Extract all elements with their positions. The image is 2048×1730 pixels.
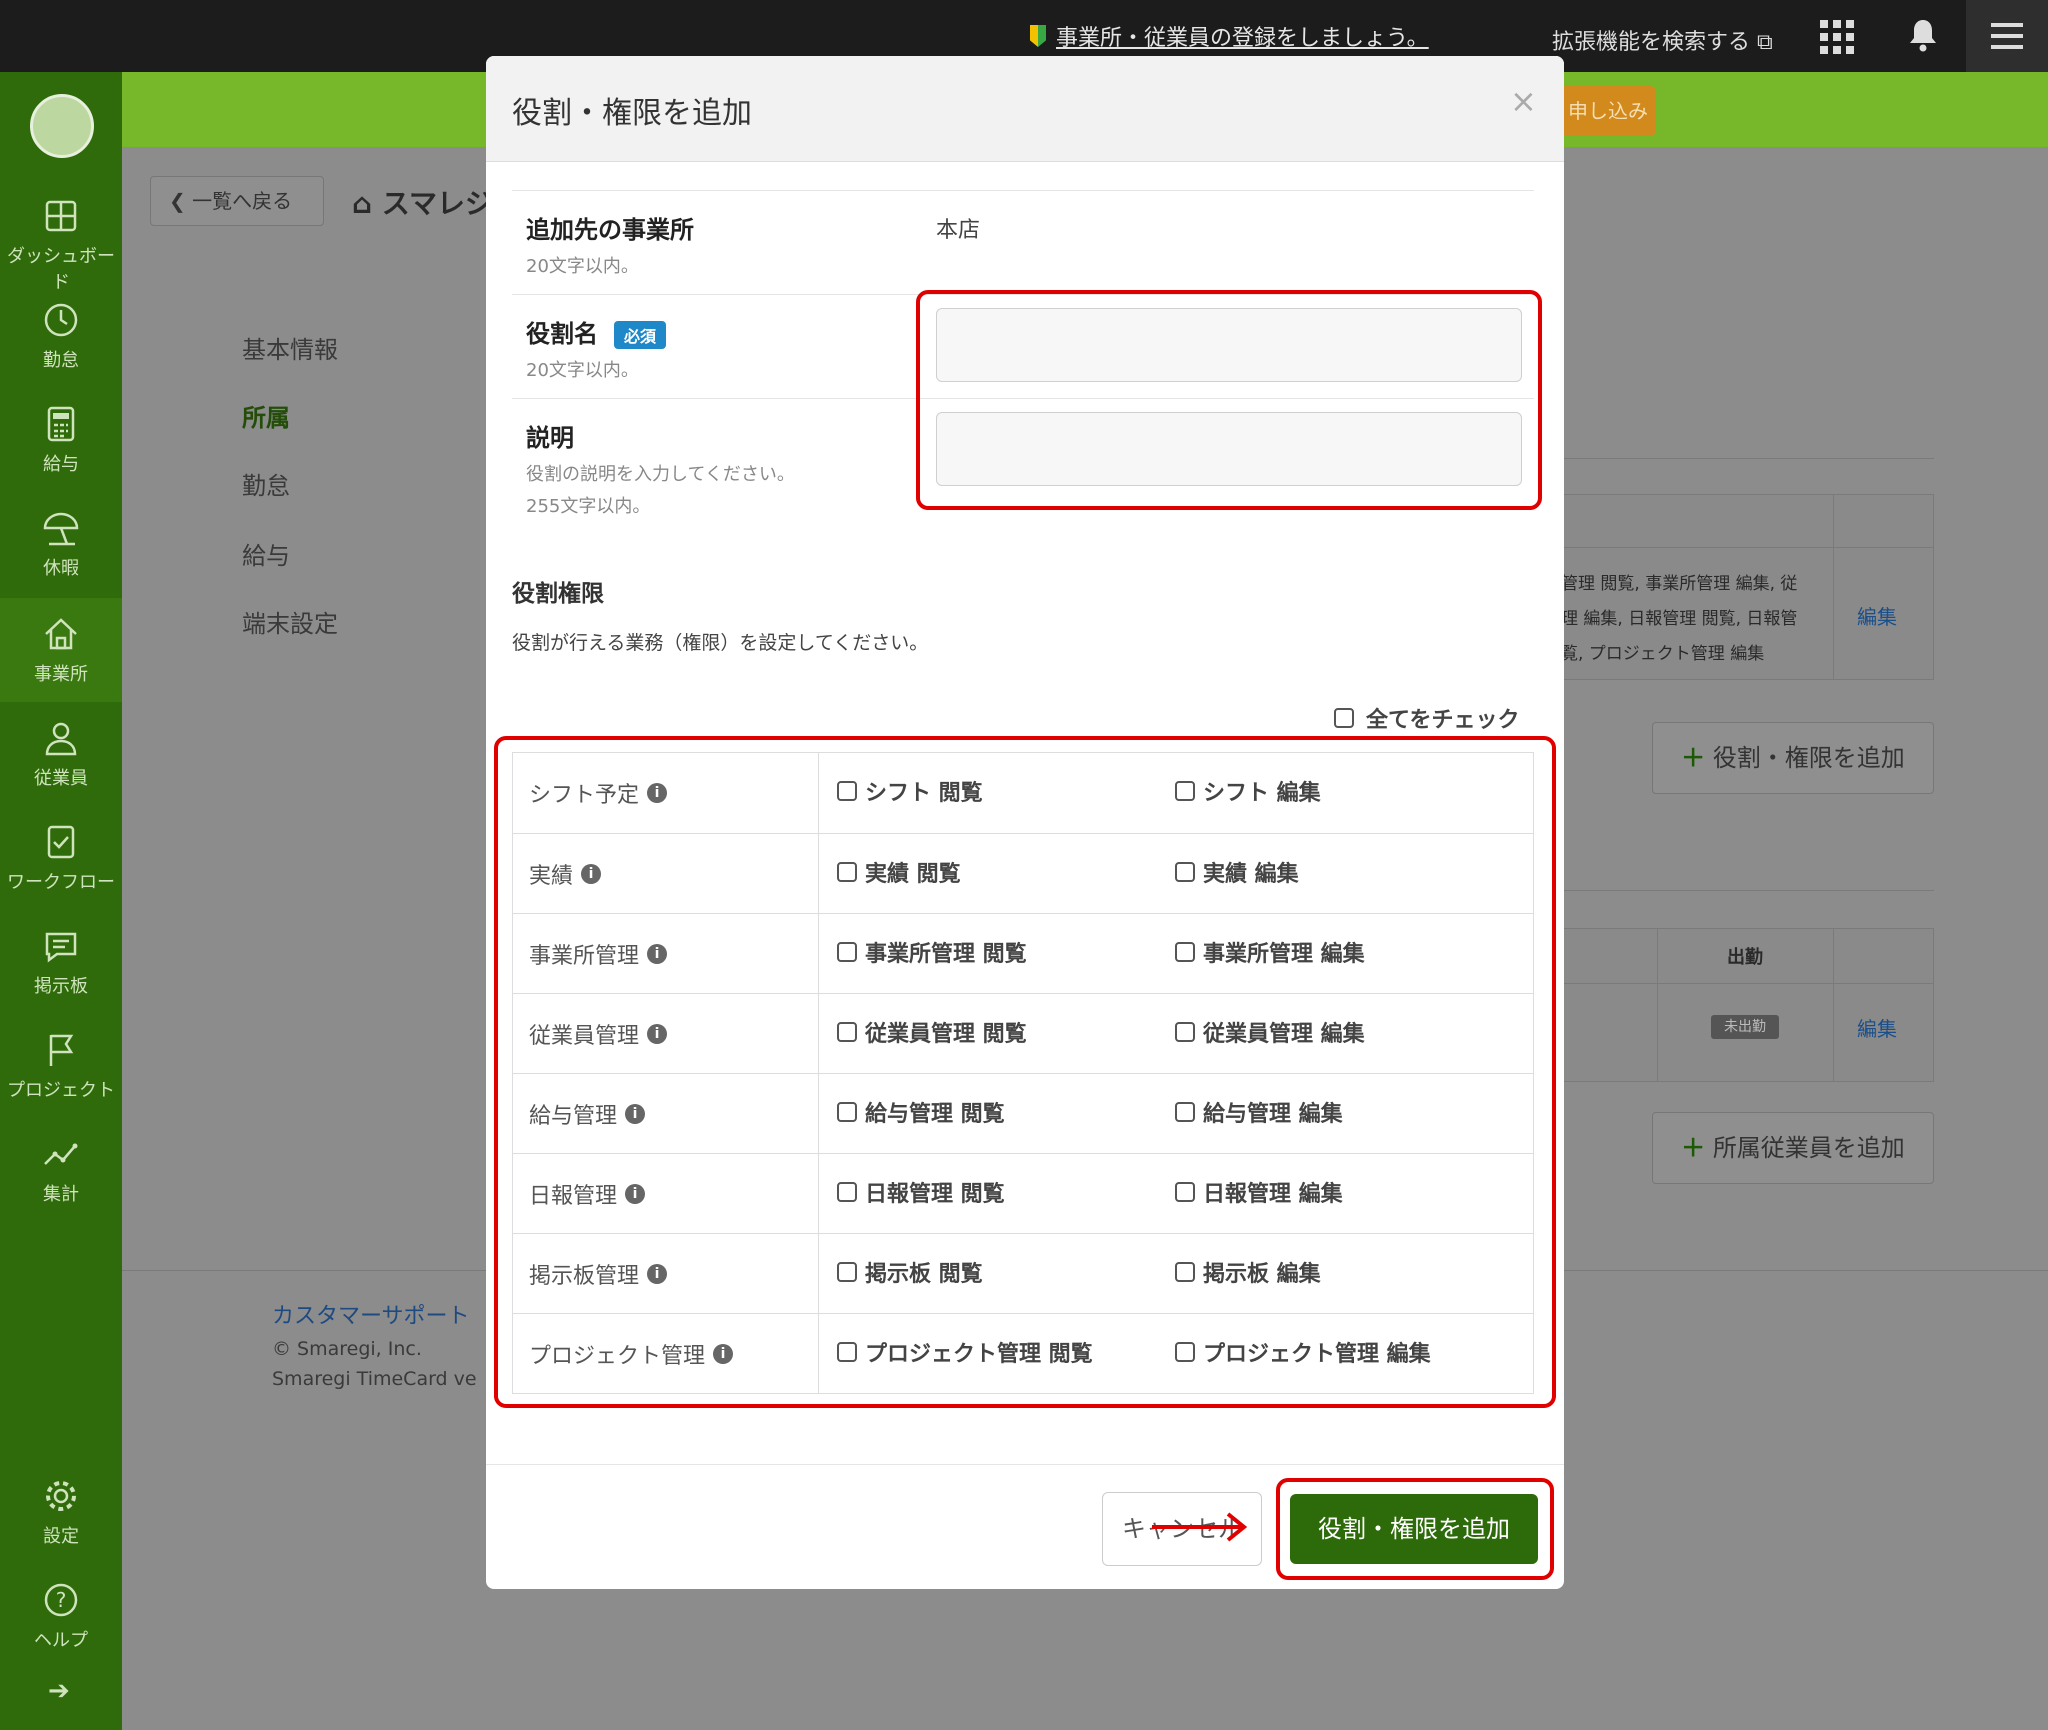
add-member-button[interactable]: ＋ 所属従業員を追加 (1652, 1112, 1934, 1184)
divider (1560, 890, 1934, 891)
role-edit-link[interactable]: 編集 (1857, 601, 1897, 630)
chevron-left-icon: ❮ (169, 189, 186, 213)
plus-icon: ＋ (1681, 1134, 1706, 1162)
home-icon: ⌂ (352, 187, 373, 220)
apps-grid-icon[interactable] (1820, 20, 1854, 54)
sidebar-item-attendance[interactable]: 勤怠 (0, 284, 122, 388)
role-name-label: 役割名 必須 (526, 314, 667, 349)
sidebar-item-project[interactable]: プロジェクト (0, 1014, 122, 1118)
sidebar-item-reports[interactable]: 集計 (0, 1118, 122, 1222)
attendance-column-header: 出勤 (1727, 947, 1763, 968)
permissions-title: 役割権限 (512, 581, 604, 607)
office-hint: 20文字以内。 (526, 256, 639, 277)
help-icon: ? (44, 1583, 78, 1617)
person-icon (45, 722, 77, 756)
subnav-payroll[interactable]: 給与 (242, 536, 290, 571)
sidebar-expand-icon[interactable]: ➔ (48, 1676, 70, 1706)
avatar[interactable] (30, 94, 94, 158)
role-permission-text: 管理 閲覧, 事業所管理 編集, 従 理 編集, 日報管理 閲覧, 日報管 覧,… (1561, 574, 1798, 664)
description-label: 説明 (526, 424, 574, 452)
flag-icon (49, 1034, 74, 1066)
sidebar-item-settings[interactable]: 設定 (0, 1460, 122, 1564)
line-chart-icon (44, 1143, 78, 1165)
subnav-attendance[interactable]: 勤怠 (242, 466, 290, 501)
highlight-inputs (916, 290, 1542, 510)
divider (512, 190, 1534, 191)
page-title: ⌂ スマレジ (352, 187, 493, 220)
customer-support-link[interactable]: カスタマーサポート (272, 1298, 470, 1330)
role-table: 管理 閲覧, 事業所管理 編集, 従 理 編集, 日報管理 閲覧, 日報管 覧,… (1560, 494, 1934, 680)
beach-umbrella-icon (43, 512, 79, 546)
chat-icon (45, 932, 77, 963)
home-icon (45, 618, 77, 650)
add-role-button-bg[interactable]: ＋ 役割・権限を追加 (1652, 722, 1934, 794)
back-button[interactable]: ❮ 一覧へ戻る (150, 176, 324, 226)
add-role-modal: 役割・権限を追加 × 追加先の事業所 20文字以内。 本店 役割名 必須 20文字… (486, 56, 1564, 1589)
footer-divider (486, 1464, 1564, 1465)
bell-icon[interactable] (1908, 18, 1938, 52)
plus-icon: ＋ (1681, 744, 1706, 772)
beginner-leaf-icon (1030, 25, 1046, 47)
modal-title: 役割・権限を追加 (512, 96, 752, 131)
subnav-basic-info[interactable]: 基本情報 (242, 330, 338, 365)
dashboard-icon (45, 200, 77, 232)
subnav-affiliation[interactable]: 所属 (242, 398, 290, 433)
description-hint: 役割の説明を入力してください。 (526, 464, 795, 485)
close-icon[interactable]: × (1510, 82, 1537, 120)
checklist-icon (47, 825, 75, 859)
sidebar-item-leave[interactable]: 休暇 (0, 492, 122, 596)
sidebar-item-help[interactable]: ? ヘルプ (0, 1564, 122, 1668)
sidebar-item-dashboard[interactable]: ダッシュボード (0, 180, 122, 293)
description-limit: 255文字以内。 (526, 496, 651, 517)
version-text: Smaregi TimeCard ve (272, 1368, 477, 1390)
office-value: 本店 (936, 218, 981, 243)
calculator-icon (47, 406, 75, 442)
check-all-checkbox[interactable]: 全てをチェック (1334, 702, 1520, 734)
sidebar-item-office[interactable]: 事業所 (0, 598, 122, 702)
member-table: 出勤 未出勤 編集 (1560, 928, 1934, 1082)
sidebar-item-bulletin[interactable]: 掲示板 (0, 910, 122, 1014)
clock-icon (44, 303, 78, 337)
office-label: 追加先の事業所 (526, 216, 694, 244)
subnav-terminal-settings[interactable]: 端末設定 (242, 604, 338, 639)
role-name-hint: 20文字以内。 (526, 360, 639, 381)
extension-search-link[interactable]: 拡張機能を検索する ⧉ (1552, 24, 1773, 56)
sidebar-item-workflow[interactable]: ワークフロー (0, 806, 122, 910)
highlight-submit (1276, 1478, 1554, 1580)
checkbox[interactable] (1334, 708, 1354, 728)
copyright: © Smaregi, Inc. (272, 1338, 422, 1360)
status-badge: 未出勤 (1711, 1015, 1779, 1039)
svg-text:?: ? (56, 1588, 67, 1612)
setup-notice-link[interactable]: 事業所・従業員の登録をしましょう。 (1030, 20, 1429, 52)
arrow-right-icon (1152, 1512, 1248, 1542)
sidebar-item-employees[interactable]: 従業員 (0, 702, 122, 806)
highlight-permissions (494, 736, 1556, 1408)
divider (1560, 458, 1934, 459)
required-badge: 必須 (614, 321, 667, 349)
sidebar-item-payroll[interactable]: 給与 (0, 388, 122, 492)
permissions-description: 役割が行える業務（権限）を設定してください。 (512, 632, 929, 654)
banner-apply-button[interactable]: 申し込み (1560, 86, 1656, 136)
gear-icon (46, 1481, 76, 1511)
member-edit-link[interactable]: 編集 (1857, 1013, 1897, 1042)
hamburger-icon[interactable] (1966, 0, 2048, 72)
